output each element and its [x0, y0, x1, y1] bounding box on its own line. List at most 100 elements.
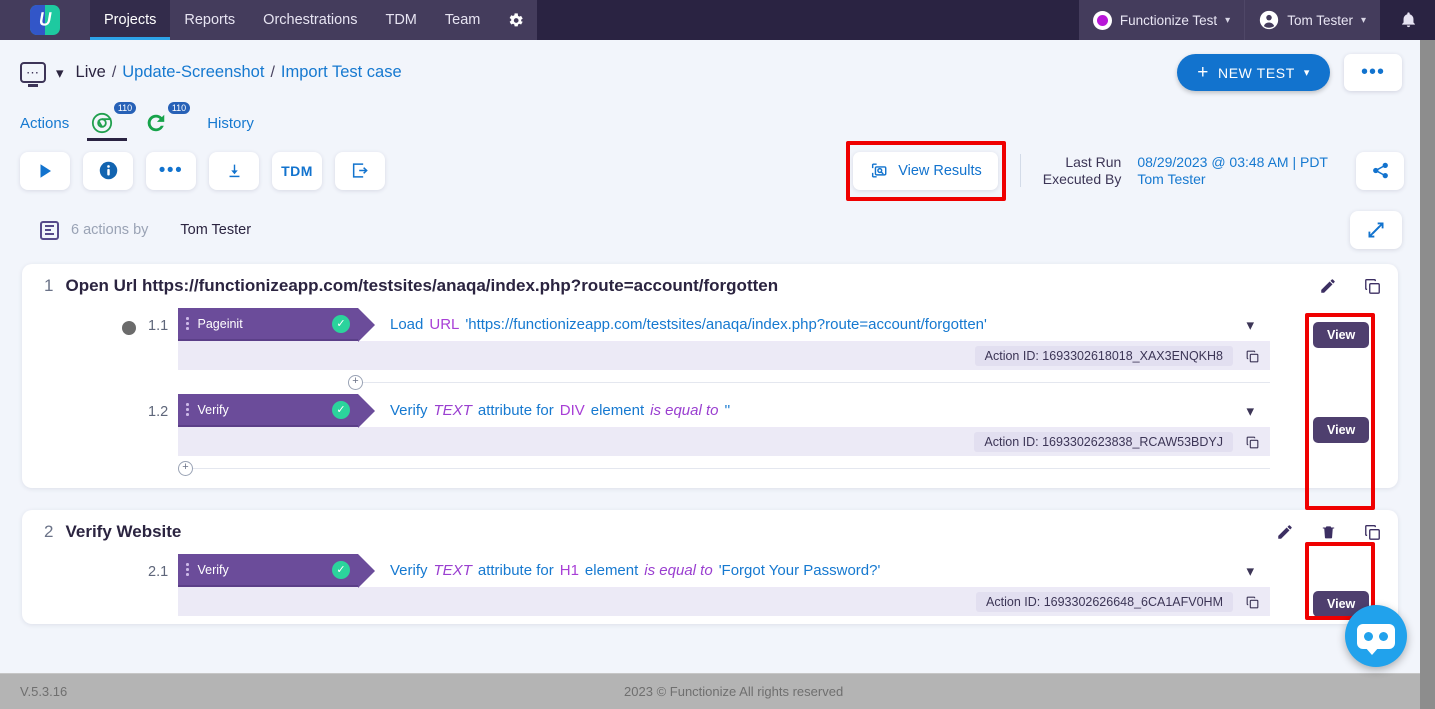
- notifications-button[interactable]: [1380, 0, 1435, 40]
- nav-item-team[interactable]: Team: [431, 0, 494, 40]
- step-expand-chevron-icon[interactable]: ▾: [1230, 562, 1270, 580]
- action-id-label: Action ID: 1693302623838_RCAW53BDYJ: [974, 432, 1233, 452]
- add-step-icon[interactable]: +: [348, 374, 363, 390]
- mobile-run-count-badge: 110: [166, 101, 192, 115]
- divider: [193, 467, 1270, 469]
- executed-by-value: Tom Tester: [1137, 171, 1206, 187]
- step-success-check-icon: ✓: [332, 314, 350, 333]
- nav-item-tdm[interactable]: TDM: [371, 0, 430, 40]
- chrome-run-count-badge: 110: [112, 101, 138, 115]
- step-main-row[interactable]: Verify ✓ Verify TEXT attribute for DIV e…: [178, 394, 1270, 428]
- nav-item-projects[interactable]: Projects: [90, 0, 171, 40]
- step-desc-part: URL: [429, 316, 460, 333]
- tab-chrome-runs[interactable]: 110: [87, 101, 138, 141]
- action-group-number: 2: [44, 522, 54, 541]
- divider: [363, 381, 1270, 383]
- expand-icon: [1368, 222, 1384, 238]
- pencil-icon[interactable]: [1276, 523, 1294, 541]
- step-type-tag: Verify ✓: [178, 394, 375, 428]
- drag-handle-icon[interactable]: [186, 317, 189, 330]
- gear-icon: [510, 12, 524, 26]
- step-number: 1.1: [148, 318, 169, 334]
- step-main-row[interactable]: Pageinit ✓ Load URL 'https://functionize…: [178, 308, 1270, 342]
- actions-count-label: 6 actions by: [71, 222, 149, 238]
- add-step-icon[interactable]: +: [178, 460, 193, 476]
- step-expand-chevron-icon[interactable]: ▾: [1230, 402, 1270, 420]
- action-step-2-1: 2.1 Verify ✓ Verify TEXT attribute for H…: [22, 554, 1398, 616]
- share-icon: [1372, 162, 1388, 179]
- workspace-label: Functionize Test: [1119, 12, 1218, 28]
- mobile-rerun-icon: [147, 114, 165, 132]
- environment-monitor-icon[interactable]: ⋯: [20, 62, 46, 83]
- copy-icon[interactable]: [1363, 523, 1382, 542]
- step-success-check-icon: ✓: [332, 400, 350, 419]
- nav-item-label: Projects: [104, 12, 157, 28]
- list-icon: [40, 220, 59, 240]
- copy-action-id-icon[interactable]: [1245, 435, 1260, 450]
- step-desc-part: attribute for: [477, 562, 554, 579]
- step-desc-part: H1: [559, 562, 579, 579]
- action-group-number: 1: [44, 276, 54, 295]
- workspace-selector[interactable]: Functionize Test ▾: [1078, 0, 1245, 40]
- step-expand-chevron-icon[interactable]: ▾: [1230, 316, 1270, 334]
- insert-step-row: +: [178, 456, 1270, 480]
- chrome-browser-icon: [92, 112, 113, 134]
- download-button[interactable]: [209, 151, 259, 190]
- breadcrumb-test[interactable]: Import Test case: [281, 63, 402, 82]
- tab-actions[interactable]: Actions: [20, 105, 69, 141]
- nav-item-reports[interactable]: Reports: [170, 0, 249, 40]
- insert-step-row: +: [178, 370, 1270, 394]
- breadcrumb-project[interactable]: Update-Screenshot: [122, 63, 264, 82]
- action-group-header: 2 Verify Website: [22, 510, 1398, 554]
- step-desc-part: Verify: [390, 402, 428, 419]
- step-type-label: Pageinit: [197, 316, 243, 331]
- page-more-options-button[interactable]: •••: [1344, 54, 1402, 91]
- pencil-icon[interactable]: [1319, 277, 1337, 295]
- step-desc-part: TEXT: [433, 402, 472, 419]
- action-group-title: Verify Website: [65, 522, 182, 541]
- step-main-row[interactable]: Verify ✓ Verify TEXT attribute for H1 el…: [178, 554, 1270, 588]
- drag-handle-icon[interactable]: [186, 403, 189, 416]
- step-status-dot: [122, 407, 136, 421]
- tdm-button[interactable]: TDM: [272, 151, 322, 190]
- export-button[interactable]: [335, 151, 385, 190]
- user-menu[interactable]: Tom Tester ▾: [1244, 0, 1380, 40]
- drag-handle-icon[interactable]: [186, 563, 189, 576]
- view-step-button-1-2[interactable]: View: [1313, 417, 1370, 443]
- step-desc-part: attribute for: [477, 402, 554, 419]
- step-desc-part: DIV: [559, 402, 585, 419]
- run-button[interactable]: [20, 151, 70, 190]
- settings-gear-button[interactable]: [494, 0, 537, 40]
- info-button[interactable]: [83, 151, 133, 190]
- copy-action-id-icon[interactable]: [1245, 595, 1260, 610]
- tab-history[interactable]: History: [207, 105, 254, 141]
- nav-item-orchestrations[interactable]: Orchestrations: [249, 0, 371, 40]
- expand-view-button[interactable]: [1350, 211, 1402, 249]
- share-button[interactable]: [1356, 151, 1404, 190]
- more-actions-button[interactable]: •••: [146, 151, 196, 190]
- view-button-label: View: [1327, 328, 1356, 342]
- view-step-button-1-1[interactable]: View: [1313, 322, 1370, 348]
- trash-icon[interactable]: [1320, 523, 1337, 541]
- step-success-check-icon: ✓: [332, 560, 350, 579]
- actions-list[interactable]: 1 Open Url https://functionizeapp.com/te…: [0, 256, 1420, 673]
- copy-action-id-icon[interactable]: [1245, 349, 1260, 364]
- view-results-button[interactable]: View Results: [853, 151, 998, 190]
- copy-icon[interactable]: [1363, 277, 1382, 296]
- action-group-controls: [1276, 523, 1382, 542]
- step-status-dot: [122, 567, 136, 581]
- app-logo[interactable]: Ս: [0, 0, 90, 40]
- bell-icon: [1402, 12, 1415, 28]
- info-icon: [99, 161, 117, 180]
- new-test-button[interactable]: + NEW TEST ▾: [1177, 54, 1330, 91]
- step-type-tag: Pageinit ✓: [178, 308, 375, 342]
- step-meta-row: Action ID: 1693302623838_RCAW53BDYJ: [178, 428, 1270, 456]
- tab-mobile-runs[interactable]: 110: [145, 101, 192, 141]
- last-run-label: Last Run: [1065, 154, 1122, 170]
- nav-item-label: Reports: [184, 12, 236, 28]
- tdm-label: TDM: [281, 162, 313, 179]
- chat-bot-button[interactable]: [1345, 605, 1407, 667]
- breadcrumb-bar: ⋯ ▾ Live / Update-Screenshot / Import Te…: [0, 40, 1420, 105]
- copyright-label: 2023 © Functionize All rights reserved: [624, 684, 844, 699]
- environment-chevron-icon[interactable]: ▾: [56, 64, 64, 82]
